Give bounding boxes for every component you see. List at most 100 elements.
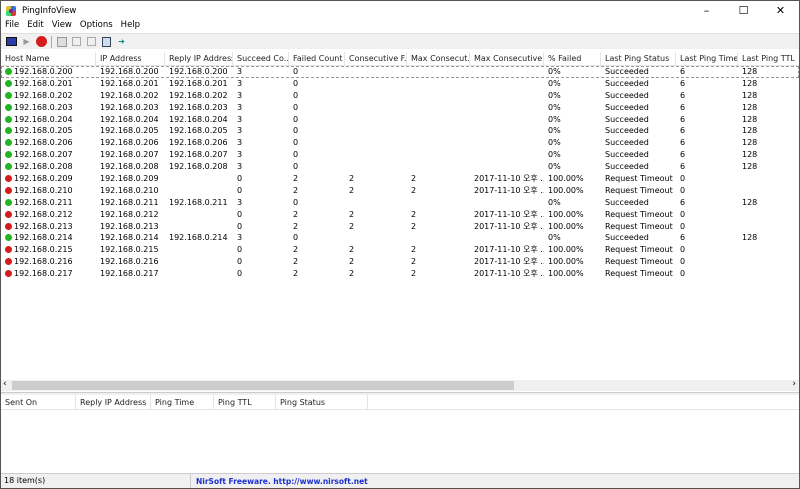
cell-text: 128 <box>742 150 758 160</box>
cell-text: 0% <box>548 102 561 112</box>
cell-text: 100.00% <box>548 257 584 267</box>
table-cell <box>470 78 544 90</box>
scrollbar-thumb[interactable] <box>12 381 514 390</box>
menu-options[interactable]: Options <box>80 20 113 32</box>
column-header[interactable]: Last Ping TTL <box>738 52 800 65</box>
cell-text: 6 <box>680 162 686 172</box>
table-cell: Request Timeout <box>601 209 676 221</box>
cell-text: 0% <box>548 162 561 172</box>
table-cell: 128 <box>738 232 800 244</box>
column-header[interactable]: Last Ping Time <box>676 52 738 65</box>
cell-text: 128 <box>742 78 758 88</box>
save-icon[interactable] <box>56 36 67 47</box>
column-header[interactable]: Max Consecutive ... <box>470 52 544 65</box>
horizontal-scrollbar[interactable]: ‹ › <box>1 379 799 391</box>
menu-help[interactable]: Help <box>121 20 140 32</box>
column-header[interactable]: Sent On <box>1 395 76 409</box>
column-header[interactable]: Last Ping Status <box>601 52 676 65</box>
table-cell: 0 <box>289 114 345 126</box>
table-cell: 0 <box>289 197 345 209</box>
table-cell: 192.168.0.203 <box>165 102 233 114</box>
table-cell: Succeeded <box>601 66 676 78</box>
close-button[interactable]: ✕ <box>762 1 799 20</box>
column-header[interactable]: IP Address <box>96 52 165 65</box>
cell-text: 100.00% <box>548 269 584 279</box>
table-row[interactable]: 192.168.0.208 192.168.0.208 192.168.0.208 3… <box>1 161 799 173</box>
table-cell: Succeeded <box>601 137 676 149</box>
table-row[interactable]: 192.168.0.202 192.168.0.202 192.168.0.202 3… <box>1 90 799 102</box>
column-header[interactable]: Reply IP Address <box>165 52 233 65</box>
cell-text: 192.168.0.209 <box>100 174 159 184</box>
nirsoft-link[interactable]: NirSoft Freeware. http://www.nirsoft.net <box>191 477 368 486</box>
table-row[interactable]: 192.168.0.217 192.168.0.217 0 2 2 2 2017-11-10… <box>1 268 799 280</box>
maximize-button[interactable]: ☐ <box>725 1 762 20</box>
cell-text: Request Timeout <box>605 257 673 267</box>
table-row[interactable]: 192.168.0.212 192.168.0.212 0 2 2 2 2017-11-10… <box>1 209 799 221</box>
options-icon[interactable] <box>6 36 17 47</box>
table-row[interactable]: 192.168.0.204 192.168.0.204 192.168.0.204 3… <box>1 114 799 126</box>
cell-text: 3 <box>237 197 243 207</box>
column-header[interactable]: Failed Count <box>289 52 345 65</box>
scroll-right-icon[interactable]: › <box>792 379 796 389</box>
column-header[interactable]: Ping Status <box>276 395 368 409</box>
table-cell: 2 <box>289 268 345 280</box>
menu-view[interactable]: View <box>52 20 72 32</box>
table-row[interactable]: 192.168.0.211 192.168.0.211 192.168.0.211 3… <box>1 197 799 209</box>
table-row[interactable]: 192.168.0.205 192.168.0.205 192.168.0.205 3… <box>1 125 799 137</box>
column-header[interactable]: Consecutive F... <box>345 52 407 65</box>
menu-edit[interactable]: Edit <box>27 20 43 32</box>
find-icon[interactable] <box>101 36 112 47</box>
hosts-table[interactable]: Host Name IP Address Reply IP Address Succe… <box>1 52 799 280</box>
cell-text: 192.168.0.208 <box>100 162 159 172</box>
table-cell <box>407 90 470 102</box>
table-cell: 192.168.0.204 <box>165 114 233 126</box>
cell-text: 0 <box>293 162 299 172</box>
cell-text: 0 <box>293 197 299 207</box>
table-row[interactable]: 192.168.0.216 192.168.0.216 0 2 2 2 2017-11-10… <box>1 256 799 268</box>
cell-text: Succeeded <box>605 78 649 88</box>
table-cell: 2017-11-10 오후 ... <box>470 268 544 280</box>
column-header[interactable]: % Failed <box>544 52 601 65</box>
table-row[interactable]: 192.168.0.200 192.168.0.200 192.168.0.200 3… <box>1 66 799 78</box>
start-icon[interactable]: ▶ <box>21 36 32 47</box>
table-row[interactable]: 192.168.0.207 192.168.0.207 192.168.0.207 3… <box>1 149 799 161</box>
column-header[interactable]: Max Consecut... <box>407 52 470 65</box>
table-cell: 3 <box>233 102 289 114</box>
column-header[interactable]: Succeed Co... <box>233 52 289 65</box>
table-row[interactable]: 192.168.0.210 192.168.0.210 0 2 2 2 2017-11-10… <box>1 185 799 197</box>
column-header[interactable]: Host Name <box>1 52 96 65</box>
table-cell: 2 <box>345 185 407 197</box>
stop-icon[interactable] <box>36 36 47 47</box>
table-cell: 192.168.0.214 <box>96 232 165 244</box>
column-header[interactable]: Ping TTL <box>214 395 276 409</box>
column-header[interactable]: Reply IP Address <box>76 395 151 409</box>
table-row[interactable]: 192.168.0.203 192.168.0.203 192.168.0.203 3… <box>1 102 799 114</box>
table-cell: 3 <box>233 125 289 137</box>
table-row[interactable]: 192.168.0.213 192.168.0.213 0 2 2 2 2017-11-10… <box>1 221 799 233</box>
cell-text: 2 <box>411 269 417 279</box>
table-cell <box>738 185 800 197</box>
status-ok-icon <box>5 234 12 242</box>
menu-file[interactable]: File <box>5 20 19 32</box>
table-cell: 2 <box>345 173 407 185</box>
properties-icon[interactable] <box>86 36 97 47</box>
exit-icon[interactable]: ➜ <box>116 36 127 47</box>
cell-text: 192.168.0.206 <box>169 138 228 148</box>
table-cell: 0 <box>233 173 289 185</box>
table-cell <box>470 232 544 244</box>
cell-text: 192.168.0.216 <box>14 257 73 267</box>
ping-history-table[interactable]: Sent On Reply IP Address Ping Time Ping TTL… <box>1 395 799 410</box>
cell-text: 192.168.0.214 <box>14 233 73 243</box>
table-row[interactable]: 192.168.0.214 192.168.0.214 192.168.0.214 3… <box>1 232 799 244</box>
minimize-button[interactable]: – <box>688 1 725 20</box>
scroll-left-icon[interactable]: ‹ <box>3 379 7 389</box>
column-header[interactable]: Ping Time <box>151 395 214 409</box>
table-cell: Succeeded <box>601 232 676 244</box>
table-cell: 192.168.0.209 <box>96 173 165 185</box>
table-cell <box>407 66 470 78</box>
table-row[interactable]: 192.168.0.201 192.168.0.201 192.168.0.201 3… <box>1 78 799 90</box>
table-row[interactable]: 192.168.0.209 192.168.0.209 0 2 2 2 2017-11-10… <box>1 173 799 185</box>
table-row[interactable]: 192.168.0.215 192.168.0.215 0 2 2 2 2017-11-10… <box>1 244 799 256</box>
table-row[interactable]: 192.168.0.206 192.168.0.206 192.168.0.206 3… <box>1 137 799 149</box>
copy-icon[interactable] <box>71 36 82 47</box>
